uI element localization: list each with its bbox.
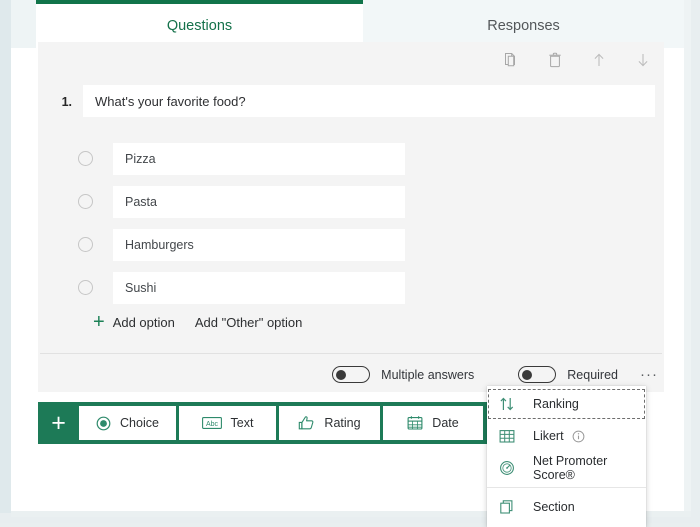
question-type-text[interactable]: Abc Text [179, 406, 276, 440]
option-radio[interactable] [78, 280, 93, 295]
question-type-dropdown-menu: Ranking Likert Net Promoter Score® Secti… [487, 386, 646, 527]
option-row: Pasta [38, 180, 664, 223]
option-row: Sushi [38, 266, 664, 309]
thumbs-up-icon [298, 415, 315, 431]
tab-responses[interactable]: Responses [363, 0, 684, 48]
arrow-up-icon[interactable] [588, 48, 610, 72]
abc-icon: Abc [201, 416, 222, 430]
sort-updown-icon [499, 396, 521, 412]
grid-icon [499, 429, 521, 444]
gauge-icon [499, 460, 521, 476]
question-settings: Multiple answers Required ··· [332, 366, 658, 383]
menu-divider [487, 487, 646, 488]
card-divider [40, 353, 662, 354]
option-input[interactable]: Hamburgers [113, 228, 405, 261]
option-radio[interactable] [78, 237, 93, 252]
question-type-rating[interactable]: Rating [279, 406, 380, 440]
menu-item-likert[interactable]: Likert [487, 420, 646, 452]
question-title-input[interactable]: What's your favorite food? [83, 85, 655, 117]
plus-icon[interactable]: + [93, 312, 105, 332]
option-input[interactable]: Pasta [113, 185, 405, 218]
card-shadow-right [684, 0, 691, 513]
question-type-date-label: Date [432, 416, 459, 430]
option-radio[interactable] [78, 194, 93, 209]
question-type-choice-label: Choice [120, 416, 159, 430]
menu-item-nps-label: Net Promoter Score® [533, 454, 608, 482]
option-list: Pizza Pasta Hamburgers Sushi [38, 137, 664, 309]
tab-responses-label: Responses [487, 18, 560, 34]
option-input[interactable]: Pizza [113, 142, 405, 175]
question-toolbar [500, 48, 654, 72]
add-option-row: + Add option Add "Other" option [93, 312, 302, 332]
option-input[interactable]: Sushi [113, 271, 405, 304]
question-type-text-label: Text [230, 416, 254, 430]
svg-text:Abc: Abc [206, 421, 219, 428]
pages-icon [499, 499, 521, 515]
question-type-rating-label: Rating [324, 416, 361, 430]
option-row: Hamburgers [38, 223, 664, 266]
left-rail [0, 0, 11, 513]
multiple-answers-group: Multiple answers [332, 366, 474, 383]
menu-item-ranking[interactable]: Ranking [487, 388, 646, 420]
arrow-down-icon[interactable] [632, 48, 654, 72]
multiple-answers-toggle[interactable] [332, 366, 371, 383]
forms-editor-window: Questions Responses 1. What's your favor… [0, 0, 700, 527]
tab-strip: Questions Responses [11, 0, 684, 48]
tab-questions[interactable]: Questions [36, 0, 363, 48]
question-type-choice[interactable]: Choice [79, 406, 176, 440]
tab-strip-left-filler [11, 0, 36, 48]
add-question-plus-button[interactable]: + [38, 402, 79, 444]
copy-icon[interactable] [500, 48, 522, 72]
toggle-knob [335, 369, 346, 380]
menu-item-ranking-label: Ranking [533, 397, 579, 411]
add-other-option-button[interactable]: Add "Other" option [195, 315, 303, 330]
question-card: 1. What's your favorite food? Pizza Past… [38, 42, 664, 392]
question-title-row: 1. What's your favorite food? [38, 85, 664, 117]
info-icon[interactable] [572, 430, 585, 443]
trash-icon[interactable] [544, 48, 566, 72]
required-toggle[interactable] [518, 366, 557, 383]
required-label: Required [567, 367, 618, 382]
question-type-date[interactable]: Date [383, 406, 483, 440]
menu-item-net-promoter-score[interactable]: Net Promoter Score® [487, 452, 646, 484]
option-radio[interactable] [78, 151, 93, 166]
radio-filled-icon [96, 416, 111, 431]
tab-questions-label: Questions [166, 18, 233, 34]
option-row: Pizza [38, 137, 664, 180]
multiple-answers-label: Multiple answers [381, 367, 475, 382]
required-group: Required [518, 366, 618, 383]
add-option-button[interactable]: Add option [113, 315, 175, 330]
menu-item-likert-label: Likert [533, 429, 564, 443]
toggle-knob [521, 369, 532, 380]
more-options-button[interactable]: ··· [640, 367, 658, 382]
menu-item-section-label: Section [533, 500, 575, 514]
question-number: 1. [61, 95, 72, 109]
menu-item-section[interactable]: Section [487, 491, 646, 523]
calendar-icon [407, 415, 423, 431]
add-question-bar: + Choice Abc Text Rating Date [38, 402, 487, 444]
